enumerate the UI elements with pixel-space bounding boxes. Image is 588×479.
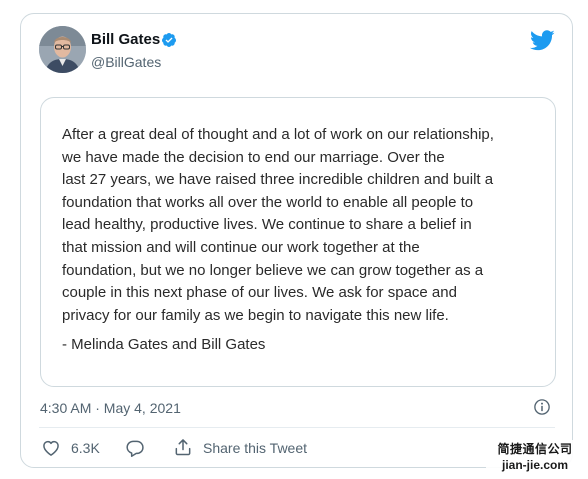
like-count[interactable]: 6.3K [71, 440, 100, 456]
reply-icon[interactable] [125, 438, 145, 458]
avatar[interactable] [39, 26, 86, 73]
author-handle[interactable]: @BillGates [91, 54, 161, 70]
info-icon[interactable] [533, 398, 551, 416]
divider [39, 427, 555, 428]
watermark-name: 简捷通信公司 [497, 442, 573, 456]
heart-icon[interactable] [41, 438, 61, 458]
share-icon[interactable] [173, 437, 193, 457]
statement-body: After a great deal of thought and a lot … [62, 126, 494, 324]
statement-image[interactable]: After a great deal of thought and a lot … [40, 97, 556, 387]
twitter-bird-icon[interactable] [530, 30, 555, 51]
share-tweet-button[interactable]: Share this Tweet [203, 440, 307, 456]
watermark-url: jian-jie.com [501, 458, 569, 472]
watermark: 简捷通信公司 jian-jie.com [486, 440, 584, 476]
tweet-card: Bill Gates @BillGates After a great deal… [20, 13, 573, 468]
statement-signature: - Melinda Gates and Bill Gates [62, 336, 266, 353]
author-name[interactable]: Bill Gates [91, 31, 160, 48]
action-bar: 6.3K Share this Tweet [39, 434, 555, 462]
verified-badge-icon [162, 33, 176, 47]
tweet-timestamp[interactable]: 4:30 AM · May 4, 2021 [40, 400, 181, 416]
